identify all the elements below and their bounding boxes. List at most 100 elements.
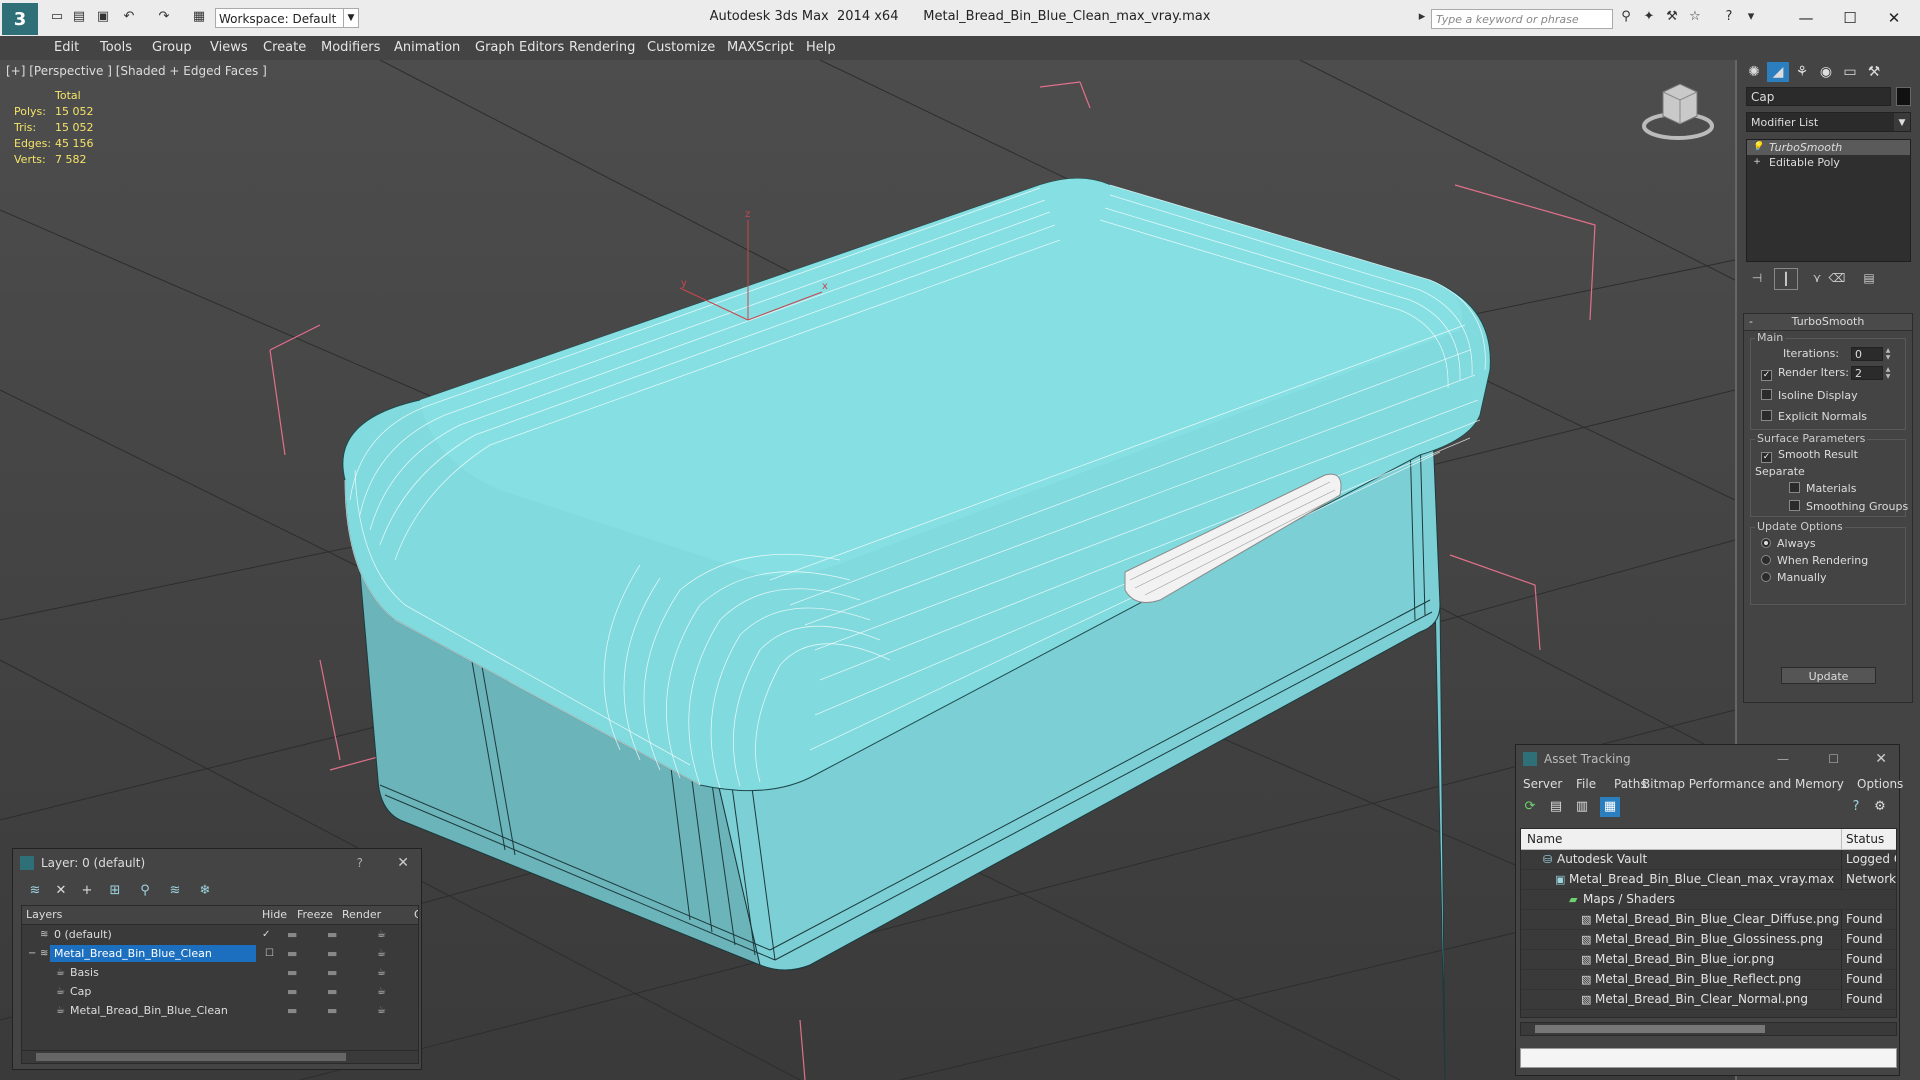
refresh-icon[interactable]: ⟳	[1520, 797, 1540, 817]
hide-toggle[interactable]: ▬	[287, 982, 297, 1001]
menu-tools[interactable]: Tools	[100, 40, 132, 55]
make-unique-icon[interactable]: ⋎	[1806, 268, 1828, 288]
hide-toggle[interactable]: ▬	[287, 963, 297, 982]
object-name-field[interactable]: Cap	[1746, 87, 1891, 106]
asset-row[interactable]: ▧ Metal_Bread_Bin_Blue_Clear_Diffuse.png…	[1521, 910, 1896, 930]
freeze-toggle[interactable]: ▬	[327, 982, 337, 1001]
show-end-result-icon[interactable]: ┃	[1774, 268, 1798, 290]
expand-plus-icon[interactable]: +	[1752, 157, 1762, 167]
render-iters-spinner[interactable]: 2	[1851, 366, 1883, 380]
menu-modifiers[interactable]: Modifiers	[321, 40, 380, 55]
asset-menu-file[interactable]: File	[1576, 773, 1596, 795]
checkbox-checked-icon[interactable]: ✓	[1761, 370, 1772, 381]
render-iters-checkbox[interactable]: ✓ Render Iters:	[1761, 366, 1849, 381]
pin-stack-icon[interactable]: ⊣	[1746, 268, 1768, 288]
display-tab-icon[interactable]: ▭	[1839, 62, 1861, 82]
search-input[interactable]: Type a keyword or phrase	[1431, 9, 1613, 29]
freeze-toggle[interactable]: ▬	[327, 1001, 337, 1020]
asset-row[interactable]: ▧ Metal_Bread_Bin_Blue_Reflect.png Found	[1521, 970, 1896, 990]
freeze-toggle[interactable]: ▬	[327, 963, 337, 982]
select-in-layer-icon[interactable]: ⊞	[105, 881, 125, 901]
asset-row[interactable]: ▰ Maps / Shaders	[1521, 890, 1896, 910]
close-icon[interactable]: ✕	[1875, 745, 1887, 773]
expand-search-icon[interactable]: ▸	[1413, 9, 1431, 25]
menu-views[interactable]: Views	[210, 40, 248, 55]
stack-item-turbosmooth[interactable]: 💡 TurboSmooth	[1747, 140, 1910, 155]
menu-customize[interactable]: Customize	[647, 40, 715, 55]
column-status[interactable]: Status	[1841, 829, 1884, 849]
render-teapot-icon[interactable]: ☕	[377, 944, 386, 963]
modify-tab-icon[interactable]: ◢	[1767, 62, 1789, 82]
column-name[interactable]: Name	[1527, 829, 1562, 849]
checkbox-checked-icon[interactable]: ✓	[1761, 452, 1772, 463]
layer-window-titlebar[interactable]: Layer: 0 (default) ? ✕	[13, 849, 421, 877]
column-hide[interactable]: Hide	[262, 906, 287, 924]
radio-icon[interactable]	[1761, 555, 1771, 565]
layer-row[interactable]: ≋ 0 (default) ✓ ▬ ▬ ☕	[22, 925, 418, 944]
freeze-all-layers-icon[interactable]: ❄	[195, 881, 215, 901]
spinner-arrows-icon[interactable]: ▲ ▼	[1884, 347, 1892, 361]
table-view-icon[interactable]: ▦	[1600, 797, 1620, 817]
new-layer-icon[interactable]: ≋	[25, 881, 45, 901]
exchange-icon[interactable]: ⚒	[1663, 9, 1681, 25]
asset-window-titlebar[interactable]: Asset Tracking — ☐ ✕	[1516, 745, 1899, 773]
create-tab-icon[interactable]: ✺	[1743, 62, 1765, 82]
menu-rendering[interactable]: Rendering	[569, 40, 635, 55]
help-icon[interactable]: ?	[357, 849, 363, 877]
asset-menu-options[interactable]: Options	[1857, 773, 1903, 795]
detail-view-icon[interactable]: ▥	[1572, 797, 1592, 817]
delete-layer-icon[interactable]: ✕	[51, 881, 71, 901]
hide-toggle[interactable]: ▬	[287, 925, 297, 944]
layer-name[interactable]: 0 (default)	[54, 926, 116, 943]
asset-menu-server[interactable]: Server	[1523, 773, 1562, 795]
favorites-star-icon[interactable]: ☆	[1686, 9, 1704, 25]
column-layers[interactable]: Layers	[26, 906, 62, 924]
collapse-minus-icon[interactable]: −	[28, 944, 36, 963]
remove-modifier-icon[interactable]: ⌫	[1826, 268, 1848, 288]
spinner-arrows-icon[interactable]: ▲ ▼	[1884, 366, 1892, 380]
close-icon[interactable]: ✕	[397, 849, 409, 877]
hierarchy-tab-icon[interactable]: ⚘	[1791, 62, 1813, 82]
asset-row[interactable]: ▧ Metal_Bread_Bin_Clear_Normal.png Found	[1521, 990, 1896, 1010]
rollout-header[interactable]: - TurboSmooth	[1744, 314, 1912, 331]
asset-row[interactable]: ▧ Metal_Bread_Bin_Blue_Glossiness.png Fo…	[1521, 930, 1896, 950]
viewcube-icon[interactable]	[1642, 83, 1714, 140]
radio-icon[interactable]	[1761, 572, 1771, 582]
maximize-icon[interactable]: ☐	[1828, 745, 1839, 773]
modifier-list-dropdown[interactable]: Modifier List ▼	[1746, 112, 1911, 132]
viewport-label[interactable]: [+] [Perspective ] [Shaded + Edged Faces…	[6, 64, 267, 78]
checkbox-icon[interactable]	[1789, 500, 1800, 511]
current-layer-box-icon[interactable]: ☐	[265, 944, 274, 963]
menu-maxscript[interactable]: MAXScript	[727, 40, 794, 55]
highlight-layer-icon[interactable]: ⚲	[135, 881, 155, 901]
checkbox-icon[interactable]	[1761, 410, 1772, 421]
object-name[interactable]: Basis	[70, 964, 103, 981]
smoothing-groups-checkbox[interactable]: Smoothing Groups	[1789, 500, 1908, 514]
when-rendering-radio[interactable]: When Rendering	[1761, 554, 1868, 568]
column-freeze[interactable]: Freeze	[297, 906, 333, 924]
layer-row[interactable]: ☕ Basis ▬ ▬ ☕	[22, 963, 418, 982]
checkmark-icon[interactable]: ✓	[262, 925, 270, 944]
layer-name[interactable]: Metal_Bread_Bin_Blue_Clean	[50, 945, 256, 962]
column-render[interactable]: Render	[342, 906, 381, 924]
hide-all-layers-icon[interactable]: ≋	[165, 881, 185, 901]
object-color-swatch[interactable]	[1896, 87, 1911, 106]
minimize-icon[interactable]: —	[1777, 745, 1789, 773]
column-extra[interactable]: C	[414, 906, 418, 924]
iterations-spinner[interactable]: 0	[1851, 347, 1883, 361]
asset-horizontal-scrollbar[interactable]	[1520, 1022, 1897, 1036]
configure-sets-icon[interactable]: ▤	[1858, 268, 1880, 288]
asset-menu-bitmap-performance[interactable]: Bitmap Performance and Memory	[1642, 773, 1844, 795]
menu-edit[interactable]: Edit	[54, 40, 79, 55]
minimize-button[interactable]: —	[1786, 5, 1826, 31]
render-teapot-icon[interactable]: ☕	[377, 963, 386, 982]
always-radio[interactable]: Always	[1761, 537, 1816, 551]
scrollbar-thumb[interactable]	[1535, 1025, 1765, 1033]
layer-row[interactable]: ☕ Cap ▬ ▬ ☕	[22, 982, 418, 1001]
layer-row[interactable]: ☕ Metal_Bread_Bin_Blue_Clean ▬ ▬ ☕	[22, 1001, 418, 1020]
materials-checkbox[interactable]: Materials	[1789, 482, 1856, 496]
asset-row[interactable]: ▧ Metal_Bread_Bin_Blue_ior.png Found	[1521, 950, 1896, 970]
update-button[interactable]: Update	[1781, 667, 1876, 684]
asset-row[interactable]: ⛁ Autodesk Vault Logged O	[1521, 850, 1896, 870]
hide-toggle[interactable]: ▬	[287, 944, 297, 963]
